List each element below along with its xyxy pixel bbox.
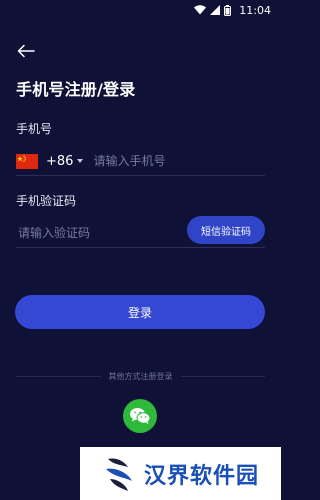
battery-icon (224, 4, 232, 16)
wechat-icon (130, 408, 151, 424)
back-button[interactable] (16, 41, 36, 61)
other-login-divider: 其他方式注册登录 (16, 369, 265, 383)
code-input[interactable] (16, 222, 180, 244)
watermark-logo-icon (106, 457, 132, 491)
phone-label: 手机号 (16, 122, 53, 136)
divider-line-left (16, 375, 101, 377)
wechat-login-button[interactable] (123, 399, 157, 433)
chevron-down-icon[interactable] (77, 159, 84, 163)
china-flag-icon[interactable] (16, 153, 38, 169)
page-title: 手机号注册/登录 (16, 80, 136, 99)
login-button[interactable]: 登录 (15, 295, 265, 329)
watermark: 汉界软件园 (80, 447, 281, 500)
sms-code-button[interactable]: 短信验证码 (187, 216, 265, 244)
watermark-text: 汉界软件园 (144, 463, 260, 489)
status-time: 11:04 (239, 3, 271, 17)
phone-row: +86 (16, 149, 266, 173)
phone-input[interactable] (91, 153, 266, 169)
code-divider (16, 247, 265, 248)
code-label: 手机验证码 (16, 194, 77, 208)
other-login-text: 其他方式注册登录 (108, 371, 173, 381)
wifi-icon (194, 5, 207, 15)
status-bar: 11:04 (0, 0, 281, 20)
divider-line-right (180, 375, 265, 377)
phone-divider (16, 175, 265, 176)
back-arrow-icon (17, 44, 35, 58)
country-code[interactable]: +86 (46, 154, 73, 169)
signal-icon (210, 5, 221, 15)
status-icons (194, 4, 232, 16)
